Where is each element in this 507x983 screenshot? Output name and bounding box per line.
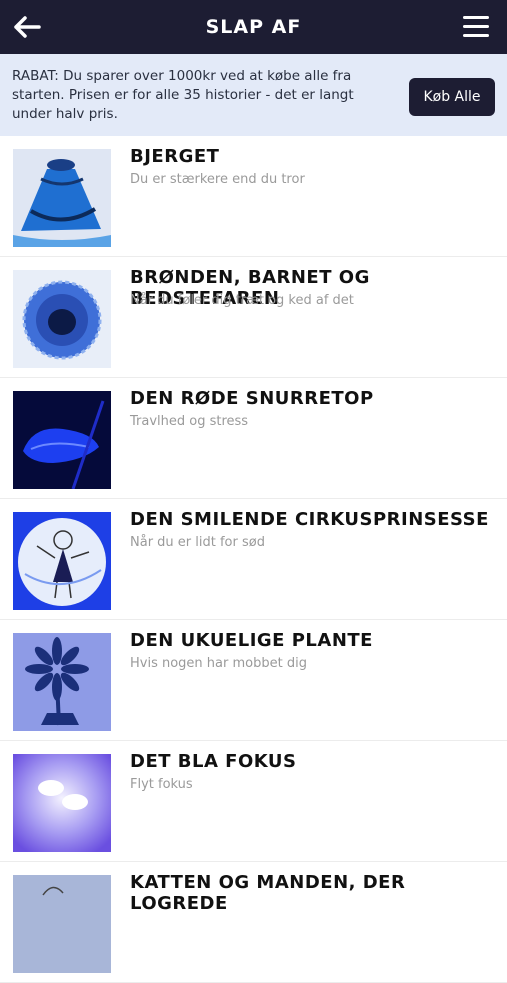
list-item[interactable]: KATTEN OG MANDEN, DER LOGREDE bbox=[0, 862, 507, 983]
app-header: SLAP AF bbox=[0, 0, 507, 54]
list-item[interactable]: DEN UKUELIGE PLANTE Hvis nogen har mobbe… bbox=[0, 620, 507, 741]
story-subtitle: Hvis nogen har mobbet dig bbox=[130, 656, 307, 671]
list-item[interactable]: BRØNDEN, BARNET OG BEDSTEFAREN Når du fø… bbox=[0, 257, 507, 378]
story-title: DEN RØDE SNURRETOP bbox=[130, 388, 374, 409]
back-button[interactable] bbox=[12, 12, 42, 42]
story-title: DEN SMILENDE CIRKUSPRINSESSE bbox=[130, 509, 489, 530]
hamburger-menu-icon bbox=[463, 16, 489, 19]
story-thumbnail bbox=[13, 149, 111, 247]
story-thumbnail bbox=[13, 633, 111, 731]
arrow-left-icon bbox=[14, 16, 41, 38]
story-subtitle: Flyt fokus bbox=[130, 777, 193, 792]
story-title: DET BLA FOKUS bbox=[130, 751, 297, 772]
story-subtitle: Når du er lidt for sød bbox=[130, 535, 265, 550]
buy-all-button[interactable]: Køb Alle bbox=[409, 78, 495, 116]
list-item[interactable]: DEN RØDE SNURRETOP Travlhed og stress bbox=[0, 378, 507, 499]
story-subtitle: Når du føler dig træt og ked af det bbox=[130, 293, 354, 308]
story-thumbnail bbox=[13, 875, 111, 973]
discount-text: RABAT: Du sparer over 1000kr ved at købe… bbox=[12, 67, 354, 122]
page-title: SLAP AF bbox=[205, 16, 302, 38]
story-thumbnail bbox=[13, 512, 111, 610]
menu-button[interactable] bbox=[463, 16, 489, 38]
story-subtitle: Du er stærkere end du tror bbox=[130, 172, 305, 187]
story-thumbnail bbox=[13, 754, 111, 852]
discount-banner: RABAT: Du sparer over 1000kr ved at købe… bbox=[0, 54, 507, 136]
story-thumbnail bbox=[13, 391, 111, 489]
story-subtitle: Travlhed og stress bbox=[130, 414, 249, 429]
list-item[interactable]: DET BLA FOKUS Flyt fokus bbox=[0, 741, 507, 862]
story-list: BJERGET Du er stærkere end du tror BRØND… bbox=[0, 136, 507, 983]
story-title: BJERGET bbox=[130, 146, 220, 167]
story-title: KATTEN OG MANDEN, DER LOGREDE bbox=[130, 872, 406, 914]
story-thumbnail bbox=[13, 270, 111, 368]
list-item[interactable]: DEN SMILENDE CIRKUSPRINSESSE Når du er l… bbox=[0, 499, 507, 620]
list-item[interactable]: BJERGET Du er stærkere end du tror bbox=[0, 136, 507, 257]
story-title: DEN UKUELIGE PLANTE bbox=[130, 630, 373, 651]
